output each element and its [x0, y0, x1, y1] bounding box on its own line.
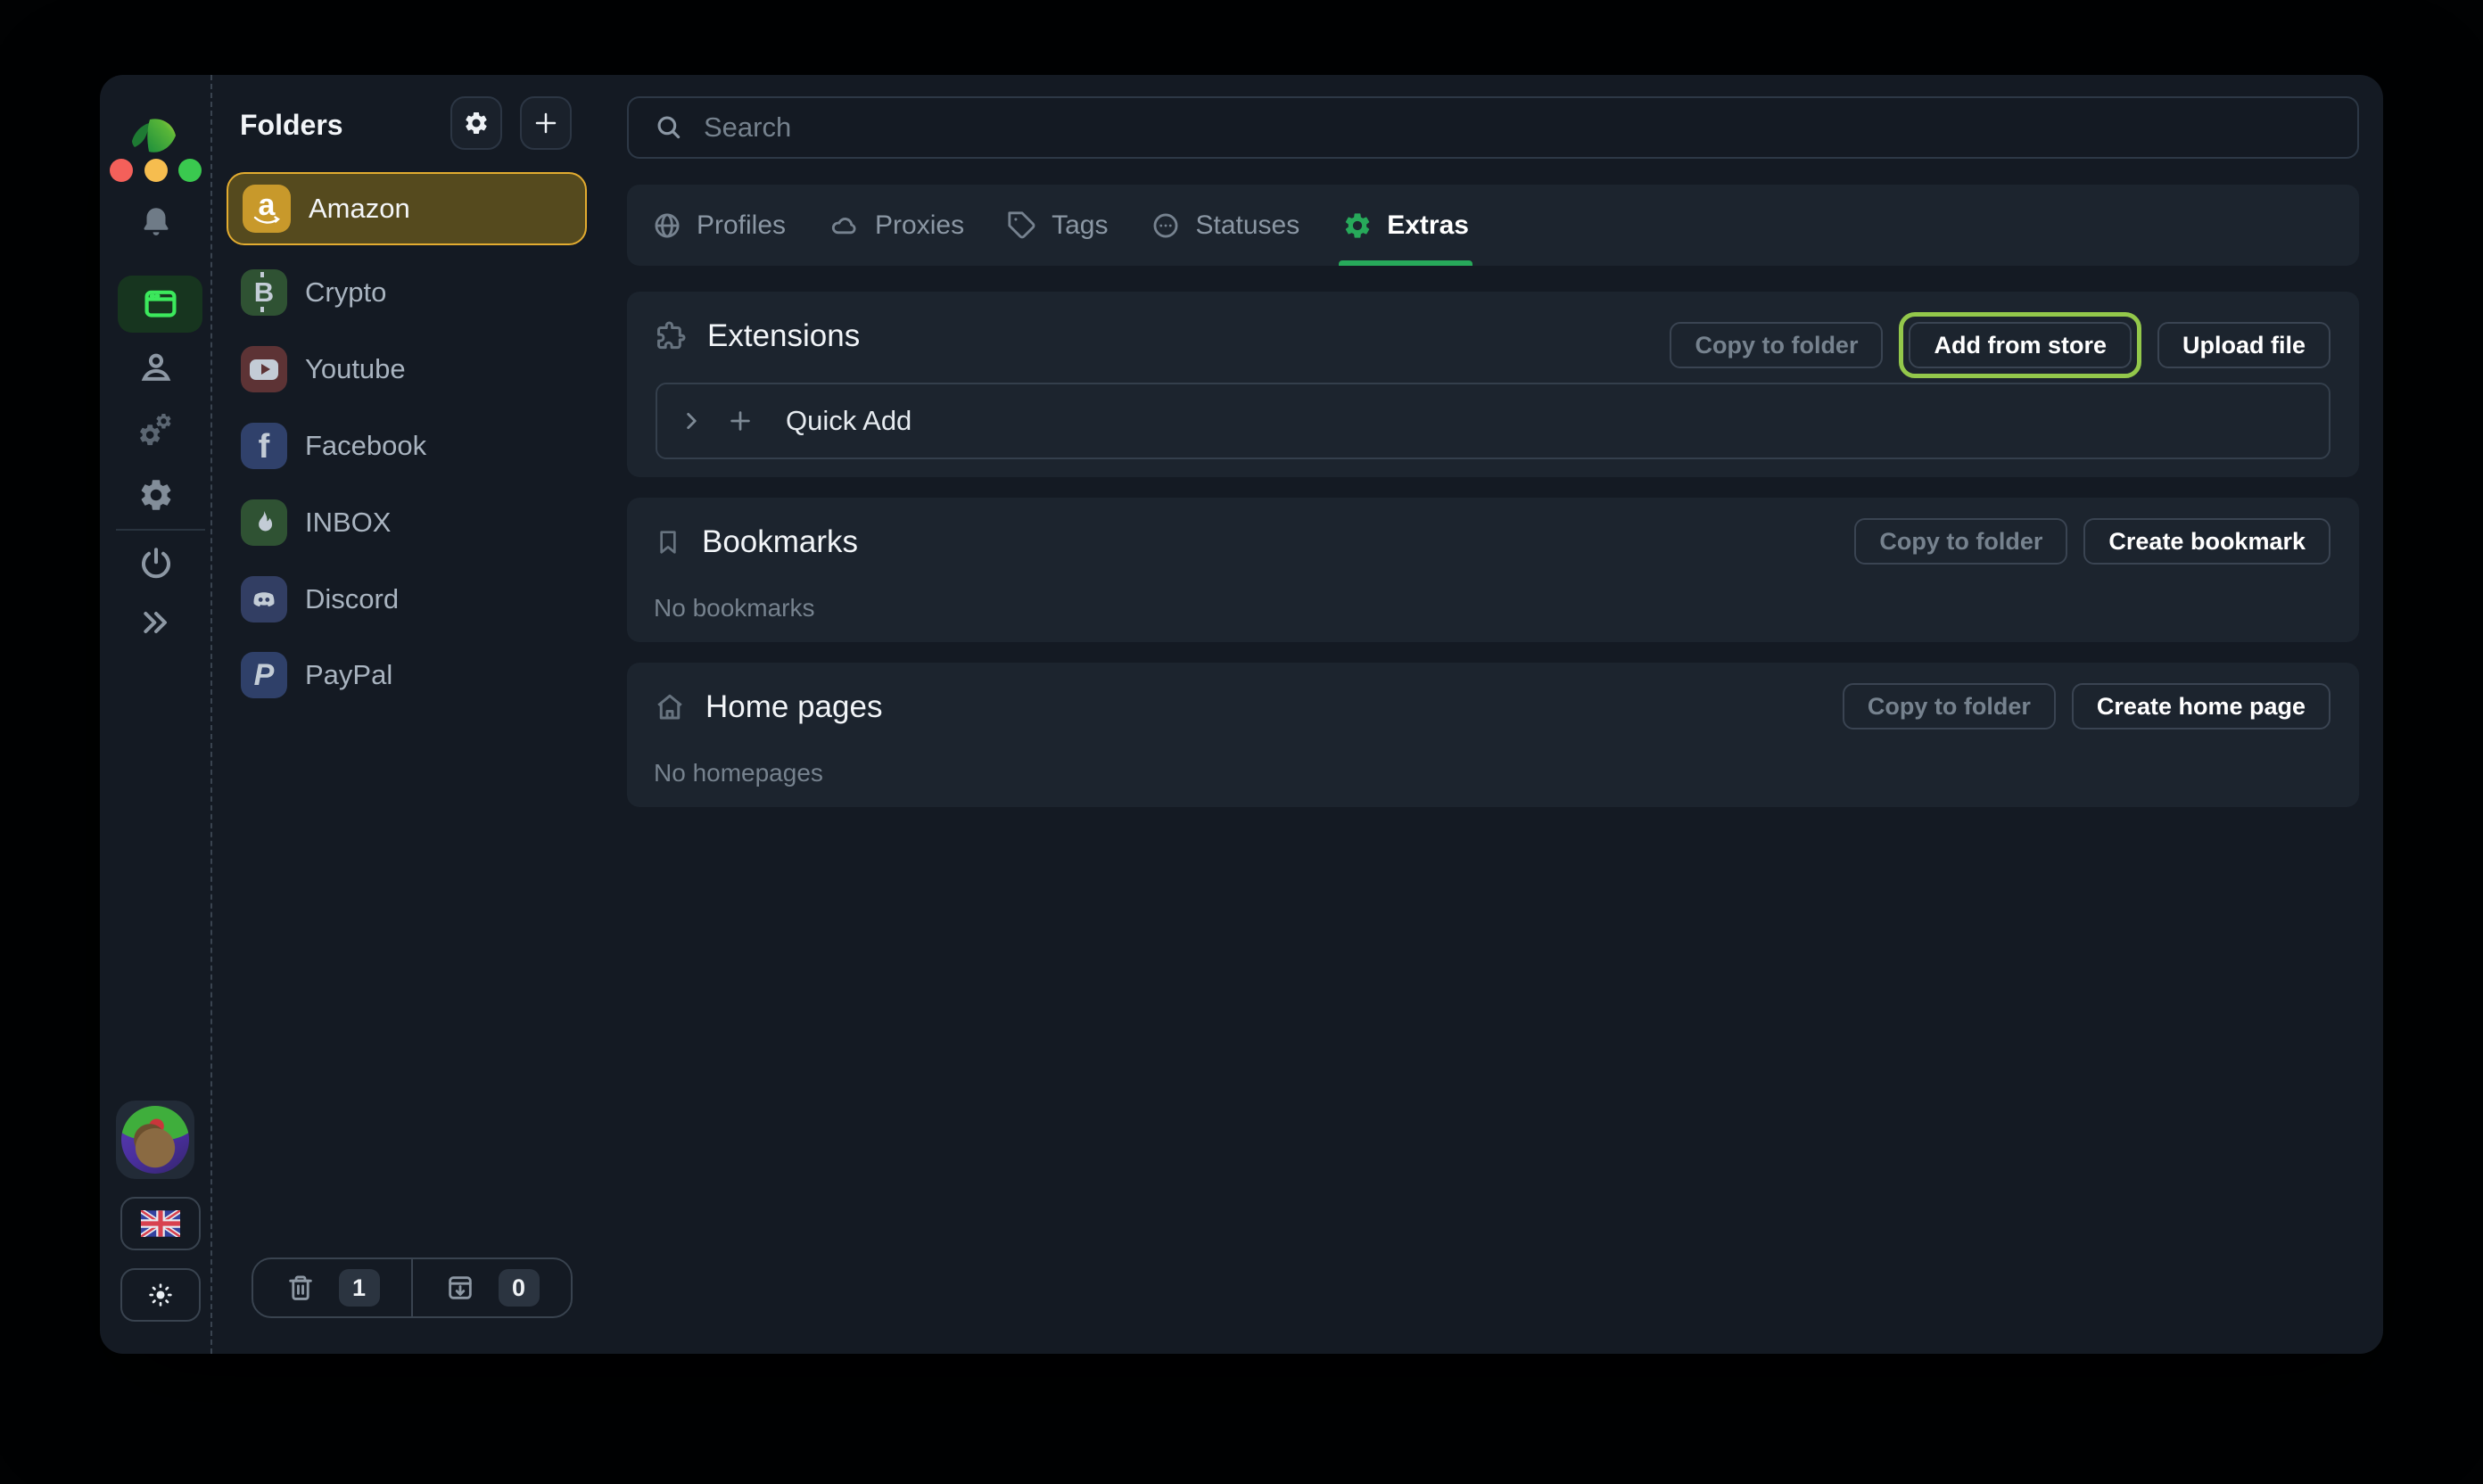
archive-counter[interactable]: 0: [411, 1259, 571, 1316]
folder-item-inbox[interactable]: INBOX: [227, 491, 587, 555]
trash-count-badge: 1: [339, 1269, 380, 1307]
cloud-icon: [829, 210, 861, 241]
plus-icon: [727, 408, 754, 434]
notifications-bell-icon[interactable]: [136, 202, 177, 243]
power-icon[interactable]: [136, 543, 177, 584]
bookmarks-header: Bookmarks: [654, 517, 858, 567]
extensions-actions: Copy to folder Add from store Upload fil…: [1670, 312, 2330, 378]
tab-proxies[interactable]: Proxies: [829, 185, 964, 266]
add-from-store-button[interactable]: Add from store: [1909, 322, 2132, 368]
app-logo-icon: [125, 112, 186, 177]
bookmark-icon: [654, 525, 682, 559]
chevron-right-icon: [681, 409, 704, 433]
homepages-actions: Copy to folder Create home page: [1843, 683, 2330, 730]
folder-item-amazon[interactable]: a Amazon: [227, 172, 587, 245]
folder-item-youtube[interactable]: Youtube: [227, 337, 587, 401]
bookmarks-empty-text: No bookmarks: [654, 594, 815, 622]
copy-to-folder-button[interactable]: Copy to folder: [1670, 322, 1883, 368]
paypal-folder-icon: P: [241, 652, 287, 698]
sidebar-title: Folders: [240, 109, 343, 142]
quick-add-label: Quick Add: [786, 405, 912, 437]
app-window: Folders a Amazon B Crypto: [100, 75, 2383, 1354]
add-folder-button[interactable]: [520, 96, 572, 150]
tab-profiles[interactable]: Profiles: [652, 185, 786, 266]
home-icon: [654, 690, 686, 724]
account-person-icon[interactable]: [136, 347, 177, 388]
tabs-bar: Profiles Proxies Tags: [627, 185, 2359, 266]
tab-tags[interactable]: Tags: [1007, 185, 1108, 266]
trash-icon: [285, 1273, 316, 1303]
rail-divider: [116, 529, 205, 531]
automation-gears-icon[interactable]: [136, 410, 177, 451]
extensions-section: Extensions Copy to folder Add from store…: [627, 292, 2359, 477]
sun-icon: [146, 1281, 175, 1309]
theme-toggle-button[interactable]: [120, 1268, 201, 1322]
bookmarks-actions: Copy to folder Create bookmark: [1854, 518, 2330, 565]
gear-icon: [1342, 210, 1373, 241]
folder-item-facebook[interactable]: f Facebook: [227, 414, 587, 478]
gear-icon: [463, 110, 490, 136]
folder-item-paypal[interactable]: P PayPal: [227, 643, 587, 707]
sidebar-counters: 1 0: [252, 1257, 573, 1318]
user-avatar[interactable]: [116, 1101, 194, 1179]
bookmarks-title: Bookmarks: [702, 524, 858, 560]
discord-folder-icon: [241, 576, 287, 622]
folders-sidebar: Folders a Amazon B Crypto: [214, 75, 617, 1354]
globe-icon: [652, 210, 682, 241]
uk-flag-icon: [141, 1210, 180, 1237]
archive-icon: [445, 1273, 475, 1303]
search-input[interactable]: [704, 111, 2332, 144]
extensions-header: Extensions: [654, 311, 860, 361]
homepages-section: Home pages Copy to folder Create home pa…: [627, 663, 2359, 807]
create-home-page-button[interactable]: Create home page: [2072, 683, 2330, 730]
search-icon: [654, 112, 684, 143]
icon-rail: [100, 75, 212, 1354]
tag-icon: [1007, 210, 1037, 241]
bookmarks-section: Bookmarks Copy to folder Create bookmark…: [627, 498, 2359, 642]
copy-to-folder-button[interactable]: Copy to folder: [1854, 518, 2067, 565]
bitcoin-folder-icon: B: [241, 269, 287, 316]
tab-extras[interactable]: Extras: [1342, 185, 1469, 266]
flame-folder-icon: [241, 499, 287, 546]
highlight-ring: Add from store: [1899, 312, 2141, 378]
extensions-title: Extensions: [707, 318, 860, 354]
avatar-image: [121, 1106, 189, 1174]
homepages-title: Home pages: [705, 689, 882, 725]
folder-item-crypto[interactable]: B Crypto: [227, 260, 587, 325]
rail-item-browser-profiles-active[interactable]: [118, 276, 202, 333]
youtube-folder-icon: [241, 346, 287, 392]
settings-gear-icon[interactable]: [136, 474, 177, 515]
trash-counter[interactable]: 1: [253, 1259, 411, 1316]
copy-to-folder-button[interactable]: Copy to folder: [1843, 683, 2056, 730]
create-bookmark-button[interactable]: Create bookmark: [2083, 518, 2330, 565]
search-bar: [627, 96, 2359, 159]
status-dots-icon: [1151, 210, 1181, 241]
amazon-folder-icon: a: [243, 185, 291, 233]
archive-count-badge: 0: [499, 1269, 540, 1307]
folders-settings-button[interactable]: [450, 96, 502, 150]
collapse-chevrons-icon[interactable]: [136, 602, 177, 643]
tab-statuses[interactable]: Statuses: [1151, 185, 1299, 266]
plus-icon: [532, 110, 559, 136]
homepages-empty-text: No homepages: [654, 759, 823, 787]
quick-add-row[interactable]: Quick Add: [656, 383, 2330, 459]
puzzle-icon: [654, 319, 688, 353]
language-flag-button[interactable]: [120, 1197, 201, 1250]
homepages-header: Home pages: [654, 682, 882, 732]
upload-file-button[interactable]: Upload file: [2157, 322, 2330, 368]
folder-item-discord[interactable]: Discord: [227, 567, 587, 631]
facebook-folder-icon: f: [241, 423, 287, 469]
